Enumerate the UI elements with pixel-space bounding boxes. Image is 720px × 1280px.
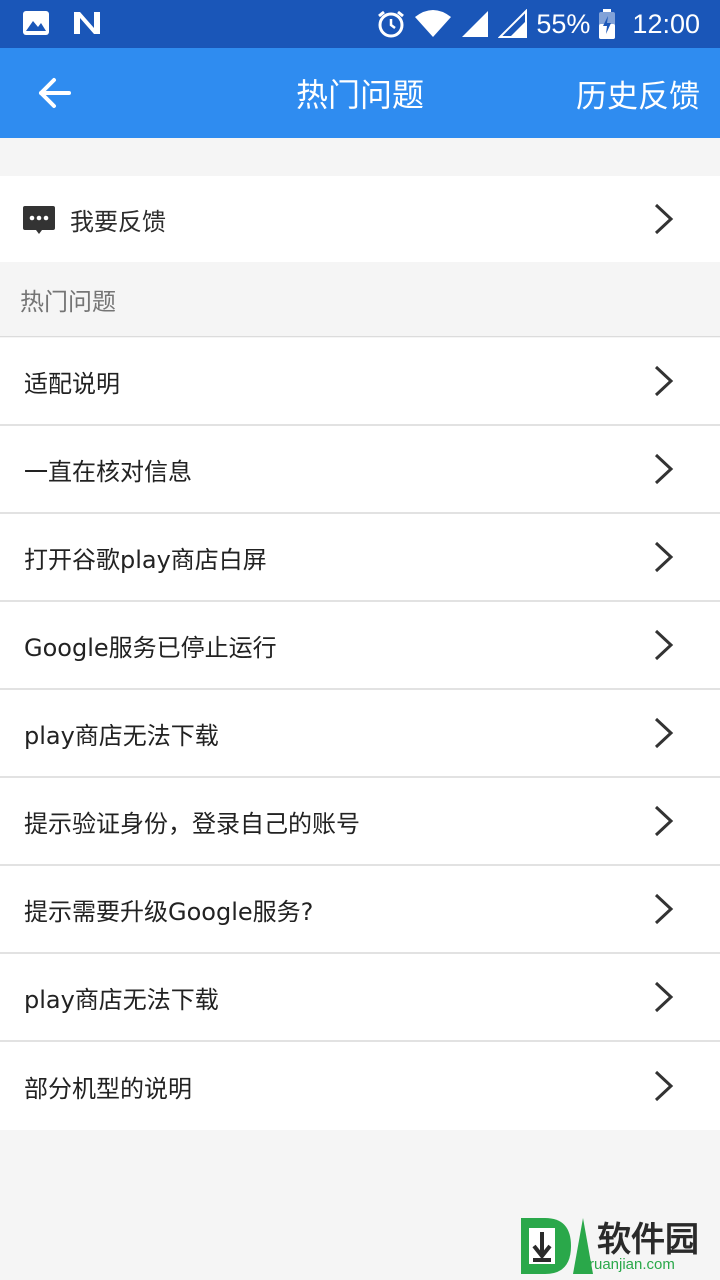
chevron-right-icon (654, 981, 674, 1013)
app-bar: 热门问题 历史反馈 (0, 48, 720, 138)
chevron-right-icon (654, 1070, 674, 1102)
alarm-icon (378, 10, 405, 38)
faq-item[interactable]: 部分机型的说明 (0, 1042, 720, 1130)
faq-item[interactable]: Google服务已停止运行 (0, 602, 720, 690)
feedback-entry[interactable]: 我要反馈 (0, 176, 720, 262)
faq-item[interactable]: play商店无法下载 (0, 690, 720, 778)
faq-item-label: 提示需要升级Google服务? (24, 897, 314, 926)
section-header: 热门问题 (0, 262, 720, 337)
history-feedback-button[interactable]: 历史反馈 (576, 48, 700, 138)
back-arrow-icon (39, 78, 71, 108)
battery-percent: 55% (536, 8, 591, 39)
chevron-right-icon (654, 541, 674, 573)
faq-item-label: 提示验证身份，登录自己的账号 (24, 809, 360, 838)
n-notification-icon (74, 12, 100, 34)
chevron-right-icon (654, 805, 674, 837)
signal-secondary-icon (498, 9, 528, 38)
chat-bubble-icon (23, 206, 55, 234)
clock-time: 12:00 (632, 8, 700, 39)
faq-list: 适配说明 一直在核对信息 打开谷歌play商店白屏 Google服务已停止运行 … (0, 338, 720, 1130)
faq-item-label: 打开谷歌play商店白屏 (24, 545, 267, 574)
download-logo-icon (521, 1218, 593, 1274)
chevron-right-icon (654, 717, 674, 749)
faq-item-label: play商店无法下载 (24, 721, 219, 750)
signal-icon (462, 11, 489, 37)
chevron-right-icon (654, 893, 674, 925)
faq-item-label: 适配说明 (24, 369, 120, 398)
battery-charging-icon (599, 9, 616, 39)
image-notification-icon (23, 11, 49, 35)
faq-item[interactable]: 提示验证身份，登录自己的账号 (0, 778, 720, 866)
watermark-text: 软件园 (597, 1220, 699, 1260)
faq-item[interactable]: play商店无法下载 (0, 954, 720, 1042)
feedback-label: 我要反馈 (70, 207, 166, 236)
chevron-right-icon (654, 453, 674, 485)
site-watermark-logo: 软件园 ruanjian.com (515, 1210, 710, 1280)
faq-item[interactable]: 提示需要升级Google服务? (0, 866, 720, 954)
watermark-domain: ruanjian.com (589, 1256, 675, 1273)
back-button[interactable] (26, 70, 82, 116)
faq-item-label: 部分机型的说明 (24, 1074, 192, 1103)
status-bar: 55% 12:00 (0, 0, 720, 48)
faq-item-label: 一直在核对信息 (24, 457, 192, 486)
faq-item[interactable]: 适配说明 (0, 338, 720, 426)
wifi-icon (415, 10, 452, 37)
faq-item[interactable]: 一直在核对信息 (0, 426, 720, 514)
chevron-right-icon (654, 629, 674, 661)
faq-item-label: play商店无法下载 (24, 985, 219, 1014)
chevron-right-icon (654, 203, 674, 235)
chevron-right-icon (654, 365, 674, 397)
faq-item-label: Google服务已停止运行 (24, 633, 277, 662)
faq-item[interactable]: 打开谷歌play商店白屏 (0, 514, 720, 602)
